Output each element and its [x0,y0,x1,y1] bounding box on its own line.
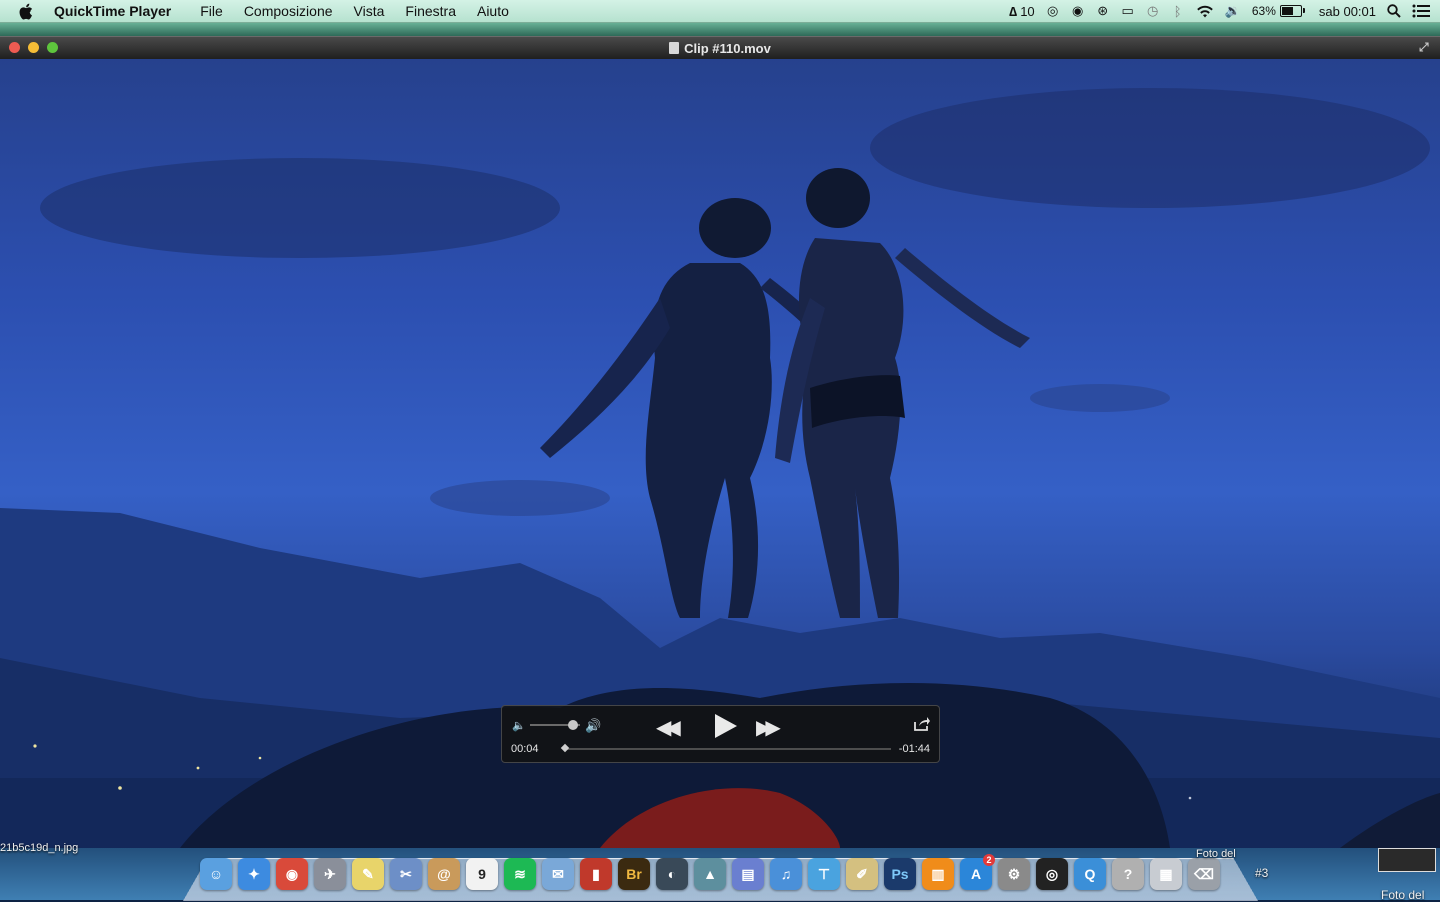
rewind-button[interactable]: ◀◀ [656,715,681,740]
launchpad-icon[interactable]: ✈ [314,858,346,890]
menu-finestra[interactable]: Finestra [405,3,456,19]
menu-bar: QuickTime Player File Composizione Vista… [0,0,1440,23]
share-icon [914,717,930,731]
scrubber-track[interactable] [564,748,891,750]
safari-icon[interactable]: ✦ [238,858,270,890]
app-store-icon[interactable]: A2 [960,854,995,890]
bluetooth-icon[interactable]: ᛒ [1171,3,1185,19]
window-title: Clip #110.mov [684,40,771,56]
menu-aiuto[interactable]: Aiuto [477,3,509,19]
itunes-icon[interactable]: ♫ [770,858,802,890]
share-button[interactable] [913,716,931,732]
wifi-icon[interactable] [1196,3,1214,19]
chrome-icon[interactable]: ◉ [276,858,308,890]
adobe-status[interactable]: ∆ 10 [1009,3,1034,19]
desktop-strip [0,22,1440,36]
presentation-icon[interactable]: ⊤ [808,858,840,890]
notes-icon[interactable]: ✎ [352,858,384,890]
photoshop-icon[interactable]: Ps [884,858,916,890]
calendar-icon[interactable]: 9 [466,858,498,890]
system-preferences-icon[interactable]: ⚙ [998,858,1030,890]
mail-icon[interactable]: ✉ [542,858,574,890]
battery-icon [1279,5,1305,17]
clock[interactable]: sab 00:01 [1319,3,1376,19]
bridge-icon[interactable]: Br [618,858,650,890]
spotify-icon[interactable]: ≋ [504,858,536,890]
apple-icon[interactable] [18,2,36,20]
notification-center-icon[interactable] [1412,3,1430,19]
quicktime-icon[interactable]: Q [1074,858,1106,890]
photo-booth-icon[interactable]: ▮ [580,858,612,890]
battery-percent: 63% [1251,4,1276,18]
trash-icon[interactable]: ⌫ [1188,858,1220,890]
dvd-player-icon[interactable]: ◎ [1036,858,1068,890]
traffic-lights [9,42,58,53]
volume-low-icon[interactable]: 🔈 [512,719,526,732]
app-store-badge: 2 [983,854,995,866]
ibooks-icon[interactable]: ▥ [922,858,954,890]
textedit-icon[interactable]: ✐ [846,858,878,890]
finder-icon[interactable]: ☺ [200,858,232,890]
menu-vista[interactable]: Vista [354,3,385,19]
scrubber-playhead[interactable] [560,743,570,753]
play-button[interactable] [714,713,738,744]
battery-status[interactable]: 63% [1251,3,1305,19]
creative-cloud-icon[interactable]: ◎ [1046,3,1060,19]
document-icon [669,42,680,54]
desktop-photo-label-1[interactable]: Foto del [1196,848,1236,860]
zoom-button[interactable] [47,42,58,53]
time-machine-icon[interactable]: ◷ [1146,3,1160,19]
contacts-icon[interactable]: @ [428,858,460,890]
menu-app-name[interactable]: QuickTime Player [54,3,171,19]
help-icon[interactable]: ? [1112,858,1144,890]
remaining-time: -01:44 [898,743,930,755]
preview-icon[interactable]: ✂ [390,858,422,890]
adobe-icon: ∆ [1009,3,1018,19]
sync-icon[interactable]: ⊛ [1096,3,1110,19]
menu-composizione[interactable]: Composizione [244,3,333,19]
fast-forward-button[interactable]: ▶▶ [756,715,781,740]
downloads-stack-icon[interactable]: ▦ [1150,858,1182,890]
desktop-photo-thumbnail[interactable] [1378,848,1436,872]
minimize-button[interactable] [28,42,39,53]
desktop-photo-label-2[interactable]: #3 [1255,866,1268,880]
volume-icon[interactable]: 🔉 [1225,3,1241,19]
volume-slider-knob[interactable] [568,720,578,730]
volume-high-icon[interactable]: 🔊 [585,718,601,734]
spotlight-icon[interactable] [1387,3,1401,19]
airplay-icon[interactable]: ▭ [1121,3,1135,19]
adobe-count: 10 [1020,3,1035,19]
lightroom-icon[interactable]: ◐ [656,858,688,890]
iphoto-icon[interactable]: ▲ [694,858,726,890]
current-time: 00:04 [511,743,539,755]
close-button[interactable] [9,42,20,53]
playback-controller: 🔈 🔊 ◀◀ ▶▶ 00:04 -01:44 [501,705,940,763]
menu-file[interactable]: File [200,3,223,19]
battery-fill [1281,7,1294,15]
desktop-file-label[interactable]: 21b5c19d_n.jpg [0,842,78,854]
dock: ☺ ✦ ◉ ✈ ✎ ✂ @9 ≋ ✉ ▮ Br ◐ ▲ ▤ ♫ ⊤ ✐ Ps ▥ A 2 ⚙ ◎ Q? ▦ ⌫ [200,854,1220,894]
keynote-icon[interactable]: ▤ [732,858,764,890]
vpn-icon[interactable]: ◉ [1071,3,1085,19]
fullscreen-icon[interactable]: ⤢ [1419,41,1432,54]
window-titlebar: Clip #110.mov ⤢ [0,36,1440,59]
play-icon [715,714,737,738]
status-tray: ∆ 10 ◎ ◉ ⊛ ▭ ◷ ᛒ 🔉 63% sab 00:01 [1009,3,1430,19]
